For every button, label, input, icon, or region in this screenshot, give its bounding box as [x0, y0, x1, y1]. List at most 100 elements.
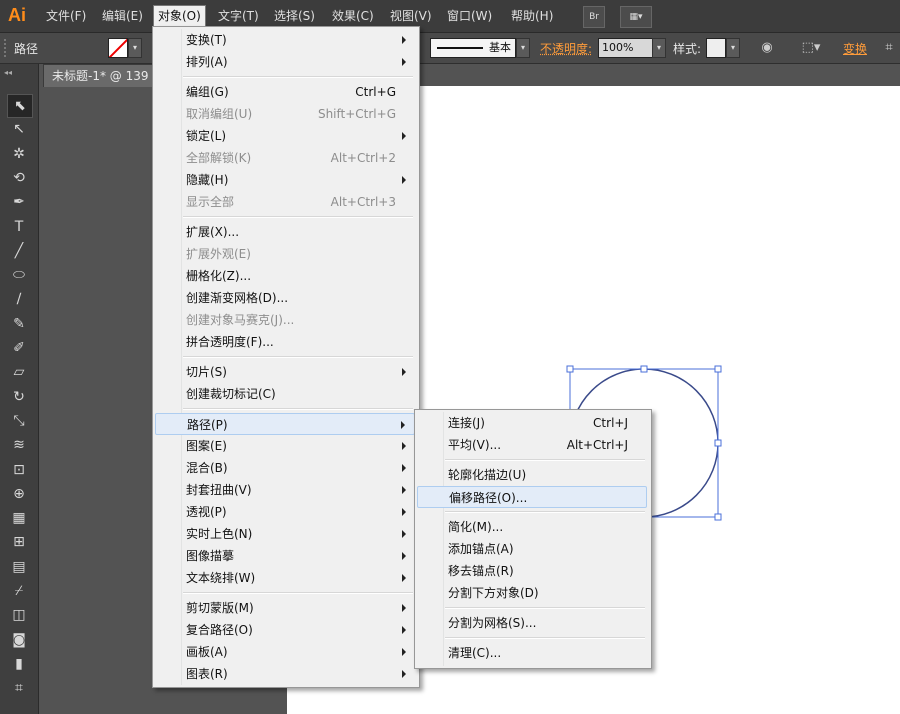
submenu-arrow-icon [402, 176, 406, 184]
menu-item: 扩展外观(E) [155, 243, 415, 265]
menu-item[interactable]: 创建裁切标记(C) [155, 383, 415, 405]
menu-item[interactable]: 图表(R) [155, 663, 415, 685]
menu-item-label: 图表(R) [186, 667, 228, 681]
menu-item[interactable]: 简化(M)... [417, 516, 647, 538]
gradient-tool-icon[interactable]: ▤ [7, 556, 31, 578]
transform-link[interactable]: 变换 [843, 40, 867, 57]
line-tool-icon[interactable]: ╱ [7, 240, 31, 262]
blob-brush-tool-icon[interactable]: ✐ [7, 337, 31, 359]
menu-item[interactable]: 实时上色(N) [155, 523, 415, 545]
collapse-panel-icon[interactable]: ◂◂ [4, 68, 12, 77]
symbol-sprayer-tool-icon[interactable]: ◙ [7, 629, 31, 651]
pencil-tool-icon[interactable]: ✎ [7, 313, 31, 335]
menu-item[interactable]: 效果(C) [328, 6, 378, 26]
menu-item[interactable]: 平均(V)... Alt+Ctrl+J [417, 434, 647, 456]
menu-item-shortcut: Alt+Ctrl+J [566, 438, 628, 452]
menu-item[interactable]: 文本绕排(W) [155, 567, 415, 589]
column-graph-tool-icon[interactable]: ▮ [7, 653, 31, 675]
menu-item[interactable]: 混合(B) [155, 457, 415, 479]
style-label: 样式: [673, 42, 702, 56]
menu-item[interactable]: 窗口(W) [443, 6, 496, 26]
menu-item[interactable]: 分割为网格(S)... [417, 612, 647, 634]
menu-item-label: 简化(M)... [448, 520, 504, 534]
control-bar-grip[interactable] [4, 39, 9, 57]
menu-item[interactable]: 连接(J) Ctrl+J [417, 412, 647, 434]
perspective-grid-tool-icon[interactable]: ▦ [7, 507, 31, 529]
rotate-tool-icon[interactable]: ↻ [7, 386, 31, 408]
mesh-tool-icon[interactable]: ⊞ [7, 531, 31, 553]
selection-tool-icon[interactable]: ⬉ [7, 94, 33, 118]
menu-item[interactable]: 移去锚点(R) [417, 560, 647, 582]
artboard-tool-icon[interactable]: ⌗ [7, 677, 31, 699]
scale-tool-icon[interactable]: ⤡ [7, 410, 31, 432]
menu-item[interactable]: 排列(A) [155, 51, 415, 73]
recolor-artwork-icon[interactable]: ◉ [758, 39, 776, 57]
menu-item[interactable]: 封套扭曲(V) [155, 479, 415, 501]
menu-item[interactable]: 帮助(H) [507, 6, 557, 26]
menu-item[interactable]: 剪切蒙版(M) [155, 597, 415, 619]
stroke-style-picker[interactable]: 基本 [430, 38, 516, 58]
graphic-style-swatch[interactable] [706, 38, 726, 58]
menu-object-active[interactable]: 对象(O) [153, 5, 206, 27]
type-tool-icon[interactable]: T [7, 216, 31, 238]
ellipse-tool-icon[interactable]: ⬭ [7, 264, 31, 286]
menu-item[interactable]: 画板(A) [155, 641, 415, 663]
menu-item[interactable]: 复合路径(O) [155, 619, 415, 641]
align-to-icon[interactable]: ⬚▾ [798, 39, 824, 57]
menu-item-label: 锁定(L) [186, 129, 227, 143]
selection-type-label: 路径 [14, 42, 39, 56]
menu-item[interactable]: 编组(G) Ctrl+G [155, 81, 415, 103]
menu-item[interactable]: 透视(P) [155, 501, 415, 523]
opacity-input[interactable]: 100% [598, 38, 658, 58]
menu-item-label: 封套扭曲(V) [186, 483, 252, 497]
stroke-style-dropdown-icon[interactable]: ▾ [516, 38, 530, 58]
menu-item[interactable]: 拼合透明度(F)... [155, 331, 415, 353]
eyedropper-tool-icon[interactable]: ⌿ [7, 580, 31, 602]
bridge-icon[interactable]: Br [583, 6, 605, 28]
workspace-layout-icon[interactable]: ▦▾ [620, 6, 652, 28]
menu-item[interactable]: 隐藏(H) [155, 169, 415, 191]
menu-item-label: 移去锚点(R) [448, 564, 514, 578]
menu-item[interactable]: 扩展(X)... [155, 221, 415, 243]
pen-tool-icon[interactable]: ✒ [7, 191, 31, 213]
menu-item[interactable]: 添加锚点(A) [417, 538, 647, 560]
menu-separator [445, 459, 645, 461]
menu-item-label: 实时上色(N) [186, 527, 253, 541]
opacity-dropdown-icon[interactable]: ▾ [652, 38, 666, 58]
menu-item[interactable]: 栅格化(Z)... [155, 265, 415, 287]
menu-item[interactable]: 切片(S) [155, 361, 415, 383]
menu-item-shortcut: Alt+Ctrl+3 [330, 195, 396, 209]
fill-none-swatch[interactable] [108, 38, 128, 58]
free-transform-tool-icon[interactable]: ⊡ [7, 459, 31, 481]
direct-selection-tool-icon[interactable]: ↖ [7, 118, 31, 140]
menu-item[interactable]: 变换(T) [155, 29, 415, 51]
menu-item[interactable]: 文件(F) [42, 6, 90, 26]
blend-tool-icon[interactable]: ◫ [7, 604, 31, 626]
menu-item[interactable]: 轮廓化描边(U) [417, 464, 647, 486]
menu-item[interactable]: 图像描摹 [155, 545, 415, 567]
menu-item[interactable]: 视图(V) [386, 6, 436, 26]
menu-item[interactable]: 锁定(L) [155, 125, 415, 147]
menu-item[interactable]: 选择(S) [270, 6, 319, 26]
eraser-tool-icon[interactable]: ▱ [7, 361, 31, 383]
menu-item[interactable]: 文字(T) [214, 6, 263, 26]
paintbrush-tool-icon[interactable]: ∕ [7, 288, 31, 310]
opacity-link[interactable]: 不透明度: [540, 40, 592, 57]
fill-dropdown-icon[interactable]: ▾ [128, 38, 142, 58]
menu-item[interactable]: 路径(P) [155, 413, 415, 435]
menu-item[interactable]: 偏移路径(O)... [417, 486, 647, 508]
menu-separator [183, 76, 413, 78]
isolate-group-icon[interactable]: ⌗ [880, 39, 898, 57]
graphic-style-dropdown-icon[interactable]: ▾ [726, 38, 740, 58]
menu-item-label: 平均(V)... [448, 438, 502, 452]
lasso-tool-icon[interactable]: ⟲ [7, 167, 31, 189]
menu-item[interactable]: 图案(E) [155, 435, 415, 457]
menu-item[interactable]: 清理(C)... [417, 642, 647, 664]
magic-wand-tool-icon[interactable]: ✲ [7, 143, 31, 165]
menu-item: 创建对象马赛克(J)... [155, 309, 415, 331]
width-tool-icon[interactable]: ≋ [7, 434, 31, 456]
menu-item[interactable]: 编辑(E) [98, 6, 147, 26]
menu-item[interactable]: 创建渐变网格(D)... [155, 287, 415, 309]
shape-builder-tool-icon[interactable]: ⊕ [7, 483, 31, 505]
menu-item[interactable]: 分割下方对象(D) [417, 582, 647, 604]
